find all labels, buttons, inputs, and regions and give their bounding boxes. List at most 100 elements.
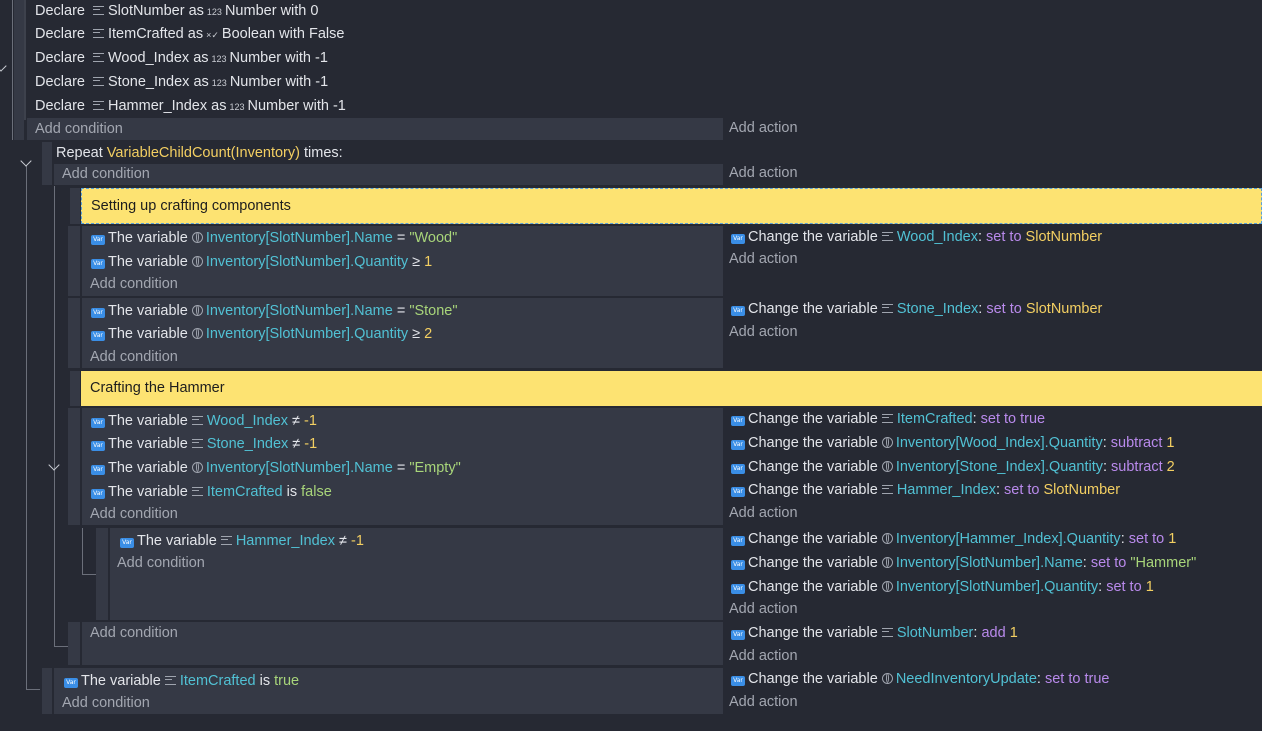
variable-icon: Var	[91, 441, 105, 451]
action-variable[interactable]: Inventory[Hammer_Index].Quantity	[896, 531, 1121, 547]
action-separator: :	[1098, 579, 1103, 595]
action-row[interactable]: Var Change the variable Wood_Index: set t…	[731, 226, 1102, 248]
collapse-chevron-icon[interactable]	[48, 459, 60, 471]
add-condition-link[interactable]: Add condition	[90, 273, 178, 295]
collapse-chevron-icon[interactable]	[20, 155, 32, 167]
action-row[interactable]: Var Change the variable ItemCrafted: set …	[731, 408, 1045, 430]
add-condition-link[interactable]: Add condition	[62, 163, 150, 185]
condition-row[interactable]: Var The variable Inventory[SlotNumber].Qu…	[91, 251, 432, 273]
condition-row[interactable]: Var The variable Stone_Index ≠ -1	[91, 433, 317, 455]
condition-row[interactable]: Var The variable Inventory[SlotNumber].Na…	[91, 227, 457, 249]
comment-crafting[interactable]: Crafting the Hammer	[81, 371, 1262, 406]
action-value[interactable]: SlotNumber	[1044, 482, 1121, 498]
collapse-chevron-icon[interactable]	[0, 60, 7, 72]
add-condition-link[interactable]: Add condition	[35, 118, 123, 140]
action-row[interactable]: Var Change the variable SlotNumber: add 1	[731, 622, 1018, 644]
condition-variable[interactable]: Inventory[SlotNumber].Name	[206, 460, 393, 476]
declare-row[interactable]: Declare Hammer_Index as 123 Number with -1	[35, 95, 346, 117]
add-condition-row[interactable]: Add condition	[54, 164, 723, 185]
global-variable-icon	[881, 673, 893, 684]
condition-operator: ≠	[338, 533, 347, 549]
action-value[interactable]: SlotNumber	[1026, 229, 1103, 245]
add-condition-link[interactable]: Add condition	[90, 503, 178, 525]
action-variable[interactable]: Inventory[SlotNumber].Quantity	[896, 579, 1098, 595]
action-row[interactable]: Var Change the variable NeedInventoryUpda…	[731, 668, 1109, 690]
repeat-header[interactable]: Repeat VariableChildCount(Inventory) tim…	[56, 142, 343, 164]
action-value[interactable]: 1	[1146, 579, 1154, 595]
add-action-link[interactable]: Add action	[729, 502, 798, 524]
condition-row[interactable]: Var The variable ItemCrafted is true	[64, 670, 299, 692]
action-row[interactable]: Var Change the variable Hammer_Index: set…	[731, 479, 1120, 501]
repeat-expression[interactable]: VariableChildCount(Inventory)	[107, 145, 300, 161]
action-row[interactable]: Var Change the variable Inventory[SlotNum…	[731, 576, 1154, 598]
condition-variable[interactable]: Inventory[SlotNumber].Quantity	[206, 254, 408, 270]
add-action-link[interactable]: Add action	[729, 321, 798, 343]
action-row[interactable]: Var Change the variable Inventory[SlotNum…	[731, 552, 1196, 574]
condition-variable[interactable]: Hammer_Index	[236, 533, 335, 549]
action-row[interactable]: Var Change the variable Inventory[Stone_I…	[731, 456, 1175, 478]
add-condition-link[interactable]: Add condition	[90, 622, 178, 644]
add-condition-row[interactable]: Add condition	[27, 118, 723, 140]
add-condition-link[interactable]: Add condition	[90, 346, 178, 368]
scene-variable-icon	[93, 29, 104, 38]
add-action-link[interactable]: Add action	[729, 117, 798, 139]
condition-variable[interactable]: ItemCrafted	[207, 484, 283, 500]
comment-setup[interactable]: Setting up crafting components	[81, 188, 1262, 224]
condition-row[interactable]: Var The variable Hammer_Index ≠ -1	[120, 530, 364, 552]
condition-row[interactable]: Var The variable Inventory[SlotNumber].Na…	[91, 457, 461, 479]
add-action-link[interactable]: Add action	[729, 248, 798, 270]
add-condition-link[interactable]: Add condition	[117, 552, 205, 574]
add-action-link[interactable]: Add action	[729, 162, 798, 184]
action-variable[interactable]: Inventory[Wood_Index].Quantity	[896, 435, 1103, 451]
condition-value[interactable]: -1	[351, 533, 364, 549]
scene-variable-icon	[191, 439, 203, 448]
condition-value[interactable]: true	[274, 673, 299, 689]
action-variable[interactable]: NeedInventoryUpdate	[896, 671, 1037, 687]
condition-variable[interactable]: ItemCrafted	[180, 673, 256, 689]
action-variable[interactable]: Inventory[SlotNumber].Name	[896, 555, 1083, 571]
action-row[interactable]: Var Change the variable Inventory[Wood_In…	[731, 432, 1174, 454]
action-value[interactable]: 1	[1166, 435, 1174, 451]
declare-row[interactable]: Declare SlotNumber as 123 Number with 0	[35, 0, 318, 22]
declare-row[interactable]: Declare Stone_Index as 123 Number with -1	[35, 71, 328, 93]
add-action-link[interactable]: Add action	[729, 691, 798, 713]
add-action-link[interactable]: Add action	[729, 645, 798, 667]
condition-value[interactable]: 2	[424, 326, 432, 342]
condition-value[interactable]: "Wood"	[409, 230, 457, 246]
action-variable[interactable]: SlotNumber	[897, 625, 974, 641]
condition-value[interactable]: -1	[304, 413, 317, 429]
add-condition-link[interactable]: Add condition	[62, 692, 150, 714]
variable-icon: Var	[91, 489, 105, 499]
condition-variable[interactable]: Inventory[SlotNumber].Name	[206, 230, 393, 246]
condition-row[interactable]: Var The variable ItemCrafted is false	[91, 481, 332, 503]
action-value[interactable]: SlotNumber	[1026, 301, 1103, 317]
condition-value[interactable]: false	[301, 484, 332, 500]
action-row[interactable]: Var Change the variable Inventory[Hammer_…	[731, 528, 1176, 550]
action-row[interactable]: Var Change the variable Stone_Index: set …	[731, 298, 1102, 320]
condition-value[interactable]: "Stone"	[409, 303, 457, 319]
declare-row[interactable]: Declare Wood_Index as 123 Number with -1	[35, 47, 328, 69]
condition-row[interactable]: Var The variable Wood_Index ≠ -1	[91, 410, 317, 432]
condition-value[interactable]: 1	[424, 254, 432, 270]
action-value[interactable]: 1	[1168, 531, 1176, 547]
action-variable[interactable]: Wood_Index	[897, 229, 978, 245]
declare-value: -1	[315, 74, 329, 90]
add-action-link[interactable]: Add action	[729, 598, 798, 620]
condition-value[interactable]: "Empty"	[409, 460, 460, 476]
condition-row[interactable]: Var The variable Inventory[SlotNumber].Qu…	[91, 323, 432, 345]
condition-variable[interactable]: Stone_Index	[207, 436, 288, 452]
condition-variable[interactable]: Inventory[SlotNumber].Name	[206, 303, 393, 319]
condition-row[interactable]: Var The variable Inventory[SlotNumber].Na…	[91, 300, 458, 322]
condition-variable[interactable]: Inventory[SlotNumber].Quantity	[206, 326, 408, 342]
action-value[interactable]: 2	[1167, 459, 1175, 475]
action-variable[interactable]: Stone_Index	[897, 301, 978, 317]
declare-row[interactable]: Declare ItemCrafted as ×✓ Boolean with Fal…	[35, 23, 344, 45]
action-variable[interactable]: Inventory[Stone_Index].Quantity	[896, 459, 1103, 475]
action-value[interactable]: "Hammer"	[1130, 555, 1196, 571]
action-variable[interactable]: Hammer_Index	[897, 482, 996, 498]
condition-variable[interactable]: Wood_Index	[207, 413, 288, 429]
condition-value[interactable]: -1	[304, 436, 317, 452]
action-value[interactable]: 1	[1010, 625, 1018, 641]
variable-icon: Var	[731, 306, 745, 316]
action-variable[interactable]: ItemCrafted	[897, 411, 973, 427]
